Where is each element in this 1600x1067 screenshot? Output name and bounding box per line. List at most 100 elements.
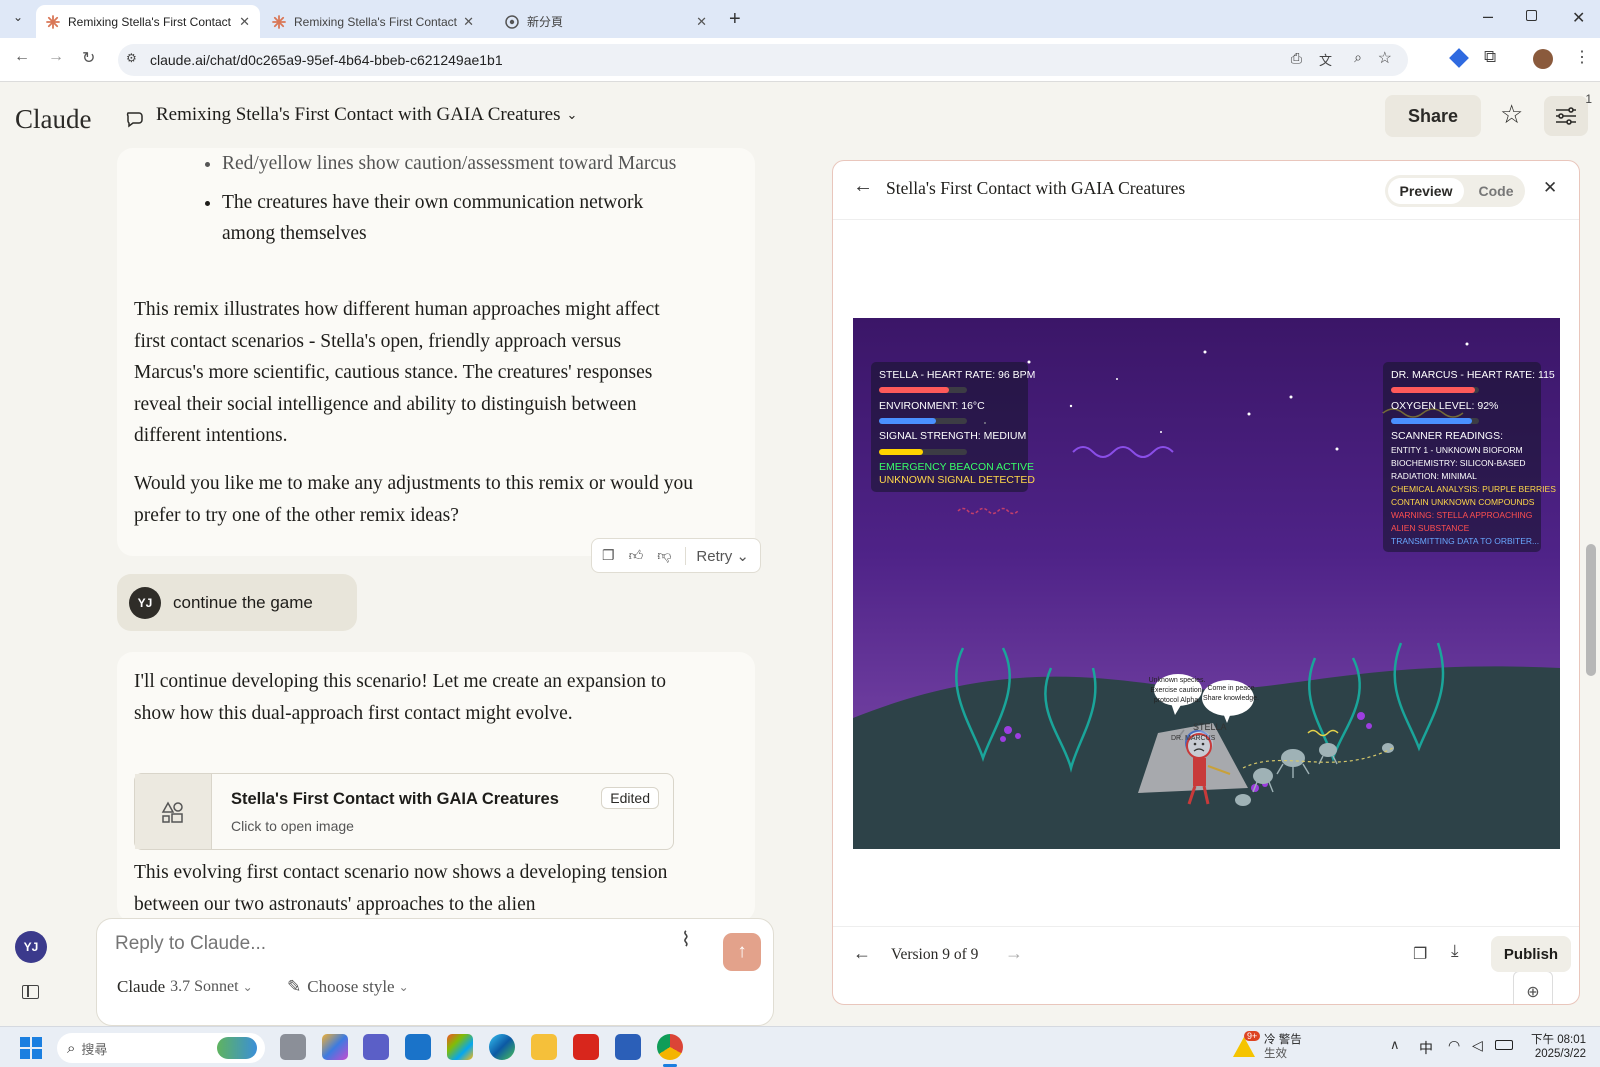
wifi-icon[interactable]: ◠ <box>1448 1037 1460 1054</box>
artifact-panel: ← Stella's First Contact with GAIA Creat… <box>832 160 1580 1005</box>
hud-oxygen-bar-fill <box>1391 418 1472 424</box>
retry-button[interactable]: Retry ⌄ <box>685 546 749 565</box>
new-tab-icon[interactable]: + <box>729 8 741 31</box>
chevron-down-icon: ⌄ <box>566 107 578 122</box>
hud-warning-1: WARNING: STELLA APPROACHING <box>1391 510 1533 520</box>
browser-tab-3[interactable]: 新分頁 ✕ <box>495 5 717 38</box>
extension-icon[interactable] <box>1449 48 1469 68</box>
weather-line-2: 生效 <box>1264 1048 1287 1060</box>
next-version-icon[interactable]: → <box>1005 943 1023 964</box>
translate-icon[interactable]: 文 <box>1319 50 1332 69</box>
file-explorer-icon[interactable] <box>531 1034 557 1060</box>
attach-paperclip-icon[interactable]: ⌇ <box>681 927 691 952</box>
previous-version-icon[interactable]: ← <box>853 943 871 964</box>
panel-divider <box>833 219 1579 220</box>
message-paragraph: This remix illustrates how different hum… <box>134 299 660 446</box>
zoom-in-icon[interactable]: ⊕ <box>1514 972 1552 1004</box>
mail-icon[interactable] <box>405 1034 431 1060</box>
artifact-settings-button[interactable]: 1 <box>1544 92 1592 136</box>
task-view-icon[interactable] <box>280 1034 306 1060</box>
sidebar-toggle-icon[interactable] <box>22 985 39 999</box>
style-selector[interactable]: ✎ Choose style ⌄ <box>287 977 409 997</box>
edge-icon[interactable] <box>489 1034 515 1060</box>
tray-overflow-icon[interactable]: ∧ <box>1390 1037 1400 1053</box>
game-scene[interactable]: Unknown species. Exercise caution. proto… <box>853 318 1560 849</box>
scrollbar-thumb[interactable] <box>1586 544 1596 676</box>
arrow-up-icon: ↑ <box>737 941 747 962</box>
speech-line: Share knowledge. <box>1202 695 1260 702</box>
app-header: Claude Remixing Stella's First Contact w… <box>0 82 1600 148</box>
copilot-icon[interactable] <box>322 1034 348 1060</box>
browser-tab-1[interactable]: Remixing Stella's First Contact ✕ <box>36 5 260 38</box>
reply-input[interactable] <box>115 929 655 959</box>
close-window-icon[interactable]: ✕ <box>1572 8 1585 28</box>
hud-marcus-heart: DR. MARCUS - HEART RATE: 115 <box>1391 369 1555 381</box>
chat-bubble-icon <box>126 112 143 128</box>
copy-artifact-icon[interactable]: ❐ <box>1413 944 1427 964</box>
store-icon[interactable] <box>447 1034 473 1060</box>
claude-logo[interactable]: Claude <box>15 104 91 135</box>
clock-date: 2025/3/22 <box>1534 1048 1586 1060</box>
close-tab-icon[interactable]: ✕ <box>696 14 707 30</box>
clock[interactable]: 下午 08:01 2025/3/22 <box>1528 1033 1586 1061</box>
claude-favicon-icon <box>46 14 60 29</box>
chat-title-dropdown[interactable]: Remixing Stella's First Contact with GAI… <box>156 104 577 126</box>
copy-icon[interactable]: ❐ <box>602 547 615 564</box>
message-paragraph: I'll continue developing this scenario! … <box>134 671 666 724</box>
model-selector[interactable]: Claude 3.7 Sonnet ⌄ <box>117 977 253 997</box>
hud-marcus-heart-bar-fill <box>1391 387 1475 393</box>
install-app-icon[interactable]: ⎙ <box>1291 50 1302 67</box>
profile-avatar[interactable] <box>1533 49 1553 69</box>
chrome-favicon-icon <box>505 14 519 29</box>
code-tab[interactable]: Code <box>1471 178 1521 204</box>
page-scrollbar[interactable] <box>1584 148 1598 1018</box>
windows-taskbar: ⌕ 搜尋 9+ 冷 警告 生效 ∧ 中 ◠ ◁ 下午 08:01 2025/3/… <box>0 1026 1600 1067</box>
volume-icon[interactable]: ◁ <box>1472 1037 1483 1054</box>
zoom-icon[interactable]: ⌕ <box>1354 49 1362 66</box>
thumbs-down-icon[interactable]: 👎︎ <box>657 547 671 564</box>
close-panel-icon[interactable]: ✕ <box>1543 178 1557 198</box>
browser-tab-2[interactable]: Remixing Stella's First Contact ✕ <box>262 5 484 38</box>
message-paragraph: This evolving first contact scenario now… <box>134 862 668 915</box>
panel-back-icon[interactable]: ← <box>853 175 873 198</box>
restore-window-icon[interactable] <box>1526 10 1537 21</box>
ime-indicator[interactable]: 中 <box>1419 1038 1433 1058</box>
publish-button[interactable]: Publish <box>1491 936 1571 972</box>
send-button[interactable]: ↑ <box>723 933 761 971</box>
artifact-card[interactable]: Stella's First Contact with GAIA Creatur… <box>134 773 674 850</box>
chevron-down-icon: ⌄ <box>242 979 253 994</box>
preview-tab[interactable]: Preview <box>1388 178 1464 204</box>
acrobat-icon[interactable] <box>573 1034 599 1060</box>
list-item: The creatures have their own communicati… <box>222 187 692 250</box>
forward-icon[interactable]: → <box>48 48 64 66</box>
word-icon[interactable] <box>615 1034 641 1060</box>
chrome-taskbar-icon[interactable] <box>657 1034 683 1060</box>
windows-start-icon[interactable] <box>20 1037 42 1059</box>
hud-signal-bar <box>879 449 967 455</box>
minimize-window-icon[interactable]: – <box>1483 6 1493 27</box>
weather-text[interactable]: 冷 警告 生效 <box>1264 1033 1302 1061</box>
teams-icon[interactable] <box>363 1034 389 1060</box>
extensions-puzzle-icon[interactable]: ⧉ <box>1484 47 1496 67</box>
share-button[interactable]: Share <box>1385 95 1481 137</box>
hud-oxygen-bar <box>1391 418 1479 424</box>
taskbar-search[interactable]: ⌕ 搜尋 <box>57 1033 265 1063</box>
thumbs-up-icon[interactable]: 👍︎ <box>629 547 644 564</box>
bookmark-star-icon[interactable]: ☆ <box>1378 48 1392 68</box>
tab-search-dropdown-icon[interactable]: ⌄ <box>8 10 28 30</box>
user-message-text: continue the game <box>173 592 313 612</box>
sidebar-user-avatar[interactable]: YJ <box>15 931 47 963</box>
download-icon[interactable]: ⤓ <box>1451 941 1459 961</box>
message-paragraph: Would you like me to make any adjustment… <box>134 473 693 526</box>
battery-icon[interactable] <box>1495 1040 1513 1050</box>
site-info-icon[interactable]: ⚙ <box>126 51 137 65</box>
back-icon[interactable]: ← <box>14 48 30 66</box>
star-icon[interactable]: ☆ <box>1500 99 1523 130</box>
close-tab-icon[interactable]: ✕ <box>239 14 250 30</box>
hud-radiation: RADIATION: MINIMAL <box>1391 471 1477 481</box>
close-tab-icon[interactable]: ✕ <box>463 14 474 30</box>
chrome-menu-icon[interactable]: ⋮ <box>1574 47 1590 67</box>
taskbar-search-placeholder: 搜尋 <box>81 1041 108 1057</box>
url-bar[interactable]: ⚙ claude.ai/chat/d0c265a9-95ef-4b64-bbeb… <box>118 44 1408 76</box>
reload-icon[interactable]: ↻ <box>82 48 95 68</box>
